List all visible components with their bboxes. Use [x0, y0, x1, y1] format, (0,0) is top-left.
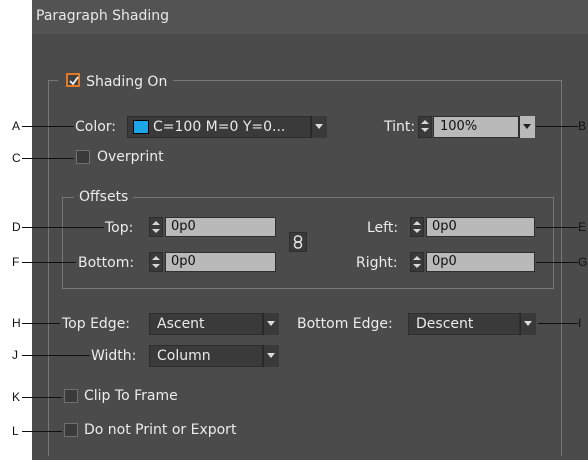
checkmark-icon [69, 76, 79, 86]
chevron-down-icon [315, 124, 323, 129]
tint-stepper[interactable] [418, 116, 432, 138]
color-label: Color: [75, 119, 117, 135]
bottom-edge-label: Bottom Edge: [297, 316, 393, 332]
offset-bottom-label: Bottom: [78, 255, 135, 271]
callout-c: C [12, 151, 21, 165]
color-value: C=100 M=0 Y=0... [153, 119, 286, 135]
offsets-group-box [62, 197, 554, 289]
offset-left-input[interactable]: 0p0 [426, 217, 535, 237]
offset-left-stepper[interactable] [410, 217, 424, 237]
callout-b-line [536, 126, 578, 127]
paragraph-shading-panel: Paragraph Shading Shading On Color: C=10… [32, 0, 588, 460]
callout-j-line [22, 355, 90, 356]
bottom-edge-dropdown[interactable]: Descent [408, 313, 520, 335]
callout-a-line [22, 126, 74, 127]
tint-label: Tint: [384, 119, 416, 135]
offsets-legend: Offsets [74, 188, 134, 206]
offset-right-label: Right: [356, 255, 398, 271]
callout-k: K [12, 390, 21, 404]
chevron-down-icon [524, 321, 532, 326]
callout-l: L [12, 424, 19, 438]
callout-c-line [22, 158, 74, 159]
callout-d-line [22, 227, 104, 228]
callout-f: F [12, 255, 20, 269]
color-dropdown-arrow[interactable] [311, 116, 327, 138]
arrow-up-icon [152, 221, 160, 225]
arrow-down-icon [421, 128, 429, 132]
chevron-down-icon [267, 353, 275, 358]
offset-right-stepper[interactable] [410, 252, 424, 272]
callout-b: B [578, 119, 587, 133]
offset-bottom-stepper[interactable] [149, 252, 163, 272]
clip-to-frame-label: Clip To Frame [84, 388, 178, 404]
callout-g-line [536, 262, 578, 263]
clip-to-frame-checkbox[interactable] [64, 389, 78, 403]
tint-field[interactable]: 100% [433, 116, 519, 138]
title-bar: Paragraph Shading [32, 0, 588, 34]
offset-right-input[interactable]: 0p0 [426, 252, 535, 272]
shading-on-label: Shading On [86, 74, 168, 90]
overprint-checkbox[interactable] [76, 150, 90, 164]
callout-j: J [12, 348, 18, 362]
callout-e: E [578, 220, 587, 234]
offset-left-label: Left: [367, 220, 399, 236]
shading-on-checkbox[interactable] [66, 73, 80, 87]
top-edge-label: Top Edge: [62, 316, 131, 332]
offset-top-input[interactable]: 0p0 [165, 217, 276, 237]
arrow-down-icon [413, 264, 421, 268]
offset-bottom-input[interactable]: 0p0 [165, 252, 276, 272]
callout-i: I [578, 316, 582, 330]
callout-g: G [578, 255, 588, 269]
width-dropdown-arrow[interactable] [263, 345, 279, 367]
shading-on-row[interactable]: Shading On [58, 71, 174, 90]
chevron-down-icon [523, 124, 531, 129]
chevron-down-icon [267, 321, 275, 326]
color-swatch [133, 120, 149, 134]
arrow-up-icon [421, 120, 429, 124]
bottom-edge-dropdown-arrow[interactable] [520, 313, 536, 335]
arrow-up-icon [413, 221, 421, 225]
arrow-up-icon [413, 256, 421, 260]
chain-link-icon[interactable] [289, 232, 307, 252]
dialog-title: Paragraph Shading [36, 8, 170, 24]
arrow-up-icon [152, 256, 160, 260]
arrow-down-icon [152, 229, 160, 233]
width-label: Width: [91, 348, 137, 364]
callout-d: D [12, 220, 21, 234]
callout-a: A [12, 119, 21, 133]
width-dropdown[interactable]: Column [149, 345, 263, 367]
top-edge-dropdown[interactable]: Ascent [149, 313, 263, 335]
callout-k-line [22, 397, 62, 398]
do-not-print-checkbox[interactable] [64, 423, 78, 437]
tint-dropdown-arrow[interactable] [519, 116, 535, 138]
offset-top-stepper[interactable] [149, 217, 163, 237]
color-dropdown[interactable]: C=100 M=0 Y=0... [127, 116, 311, 138]
callout-f-line [22, 262, 76, 263]
arrow-down-icon [413, 229, 421, 233]
overprint-label: Overprint [97, 149, 164, 165]
do-not-print-label: Do not Print or Export [84, 422, 237, 438]
callout-e-line [536, 227, 578, 228]
callout-h-line [22, 323, 60, 324]
callout-l-line [22, 431, 62, 432]
offset-top-label: Top: [105, 220, 134, 236]
top-edge-dropdown-arrow[interactable] [263, 313, 279, 335]
callout-h: H [12, 316, 21, 330]
arrow-down-icon [152, 264, 160, 268]
callout-i-line [538, 323, 578, 324]
